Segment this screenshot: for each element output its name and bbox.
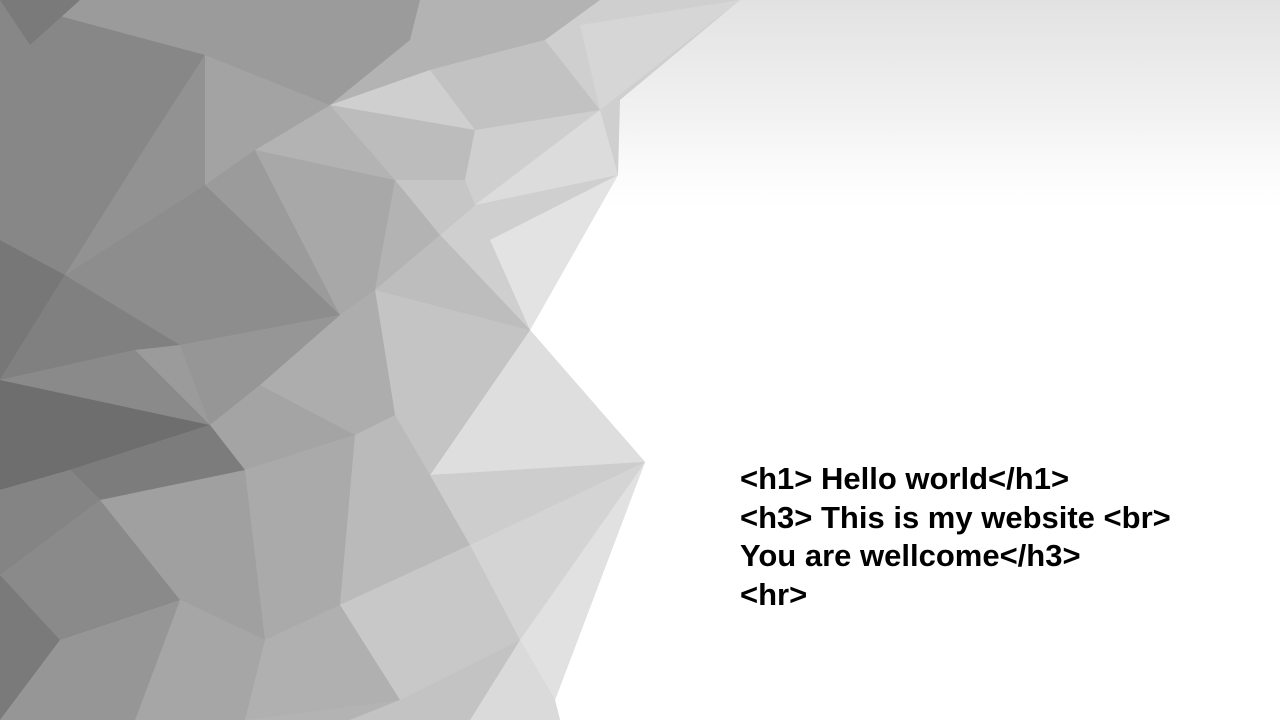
code-line-hr: <hr> [740, 576, 808, 612]
code-line-h1: <h1> Hello world</h1> [740, 461, 1070, 496]
code-line-h3-close: You are wellcome</h3> [740, 538, 1081, 573]
slide: <h1> Hello world</h1> <h3> This is my we… [0, 0, 1280, 720]
code-line-h3-open: <h3> This is my website <br> [740, 499, 1171, 535]
code-snippet: <h1> Hello world</h1> <h3> This is my we… [740, 460, 1260, 614]
